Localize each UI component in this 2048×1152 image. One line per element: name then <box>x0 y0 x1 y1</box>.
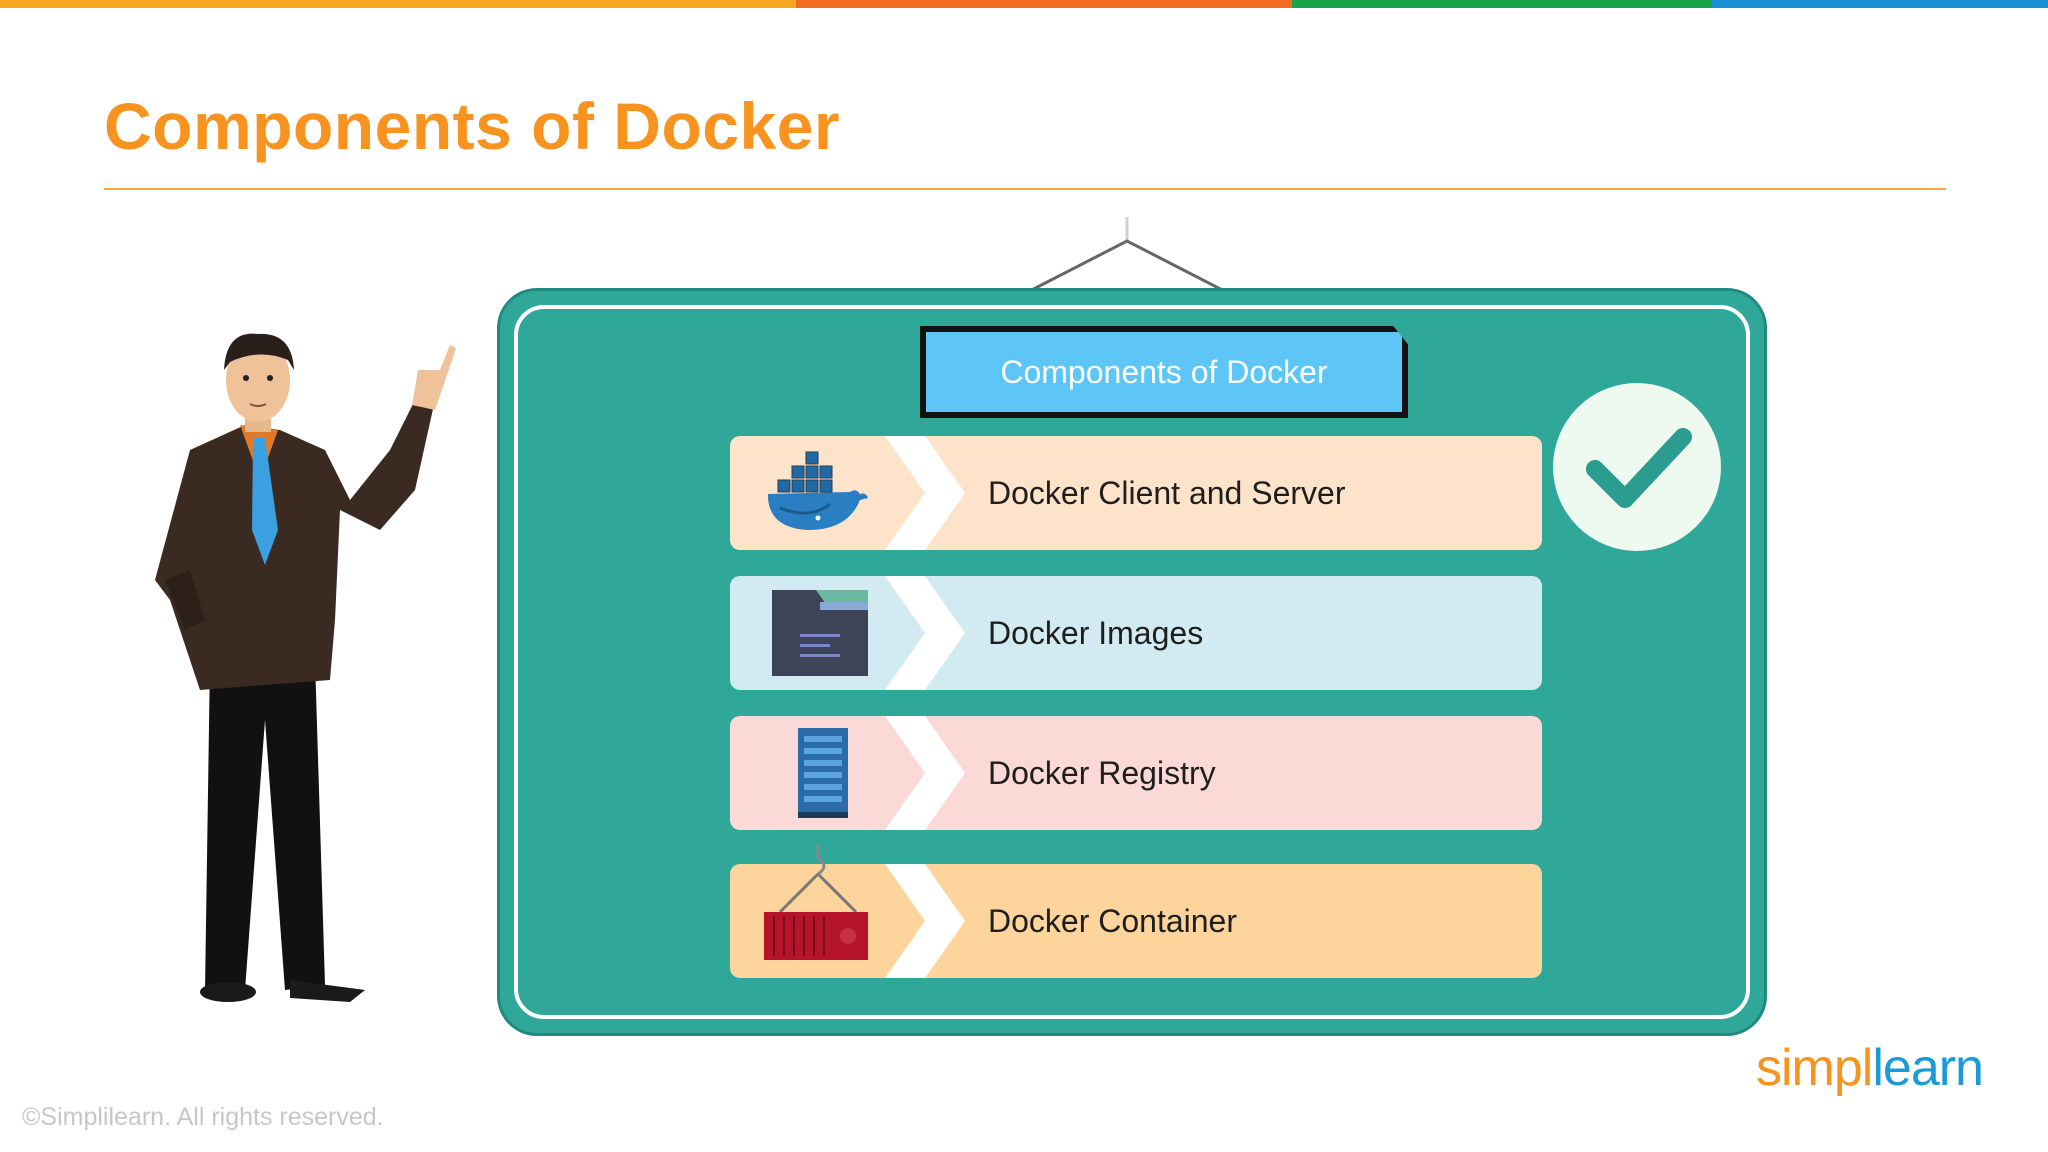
image-file-icon <box>772 590 868 676</box>
board-hanger <box>1021 217 1233 295</box>
component-label: Docker Images <box>988 614 1204 651</box>
chevron-icon <box>885 576 965 690</box>
component-label: Docker Client and Server <box>988 474 1346 511</box>
server-rack-icon <box>798 728 848 818</box>
component-label: Docker Container <box>988 902 1237 939</box>
copyright-text: ©Simplilearn. All rights reserved. <box>22 1103 384 1131</box>
component-label: Docker Registry <box>988 754 1216 791</box>
checkmark-badge <box>1553 383 1721 551</box>
presenter-illustration <box>155 333 456 1002</box>
simplilearn-logo: simpllearn <box>1756 1039 1984 1097</box>
slide-title: Components of Docker <box>104 89 841 163</box>
chevron-icon <box>885 864 965 978</box>
docker-whale-icon <box>768 451 868 530</box>
crane-container-icon <box>764 844 868 960</box>
component-row-registry: Docker Registry <box>730 716 1542 830</box>
component-row-client-server: Docker Client and Server <box>730 436 1542 550</box>
chevron-icon <box>885 436 965 550</box>
top-color-bar <box>0 0 2048 8</box>
component-row-container: Docker Container <box>730 844 1542 978</box>
title-divider <box>104 188 1946 190</box>
board-title: Components of Docker <box>920 326 1408 418</box>
component-row-images: Docker Images <box>730 576 1542 690</box>
checkmark-icon <box>1586 428 1692 508</box>
chevron-icon <box>885 716 965 830</box>
